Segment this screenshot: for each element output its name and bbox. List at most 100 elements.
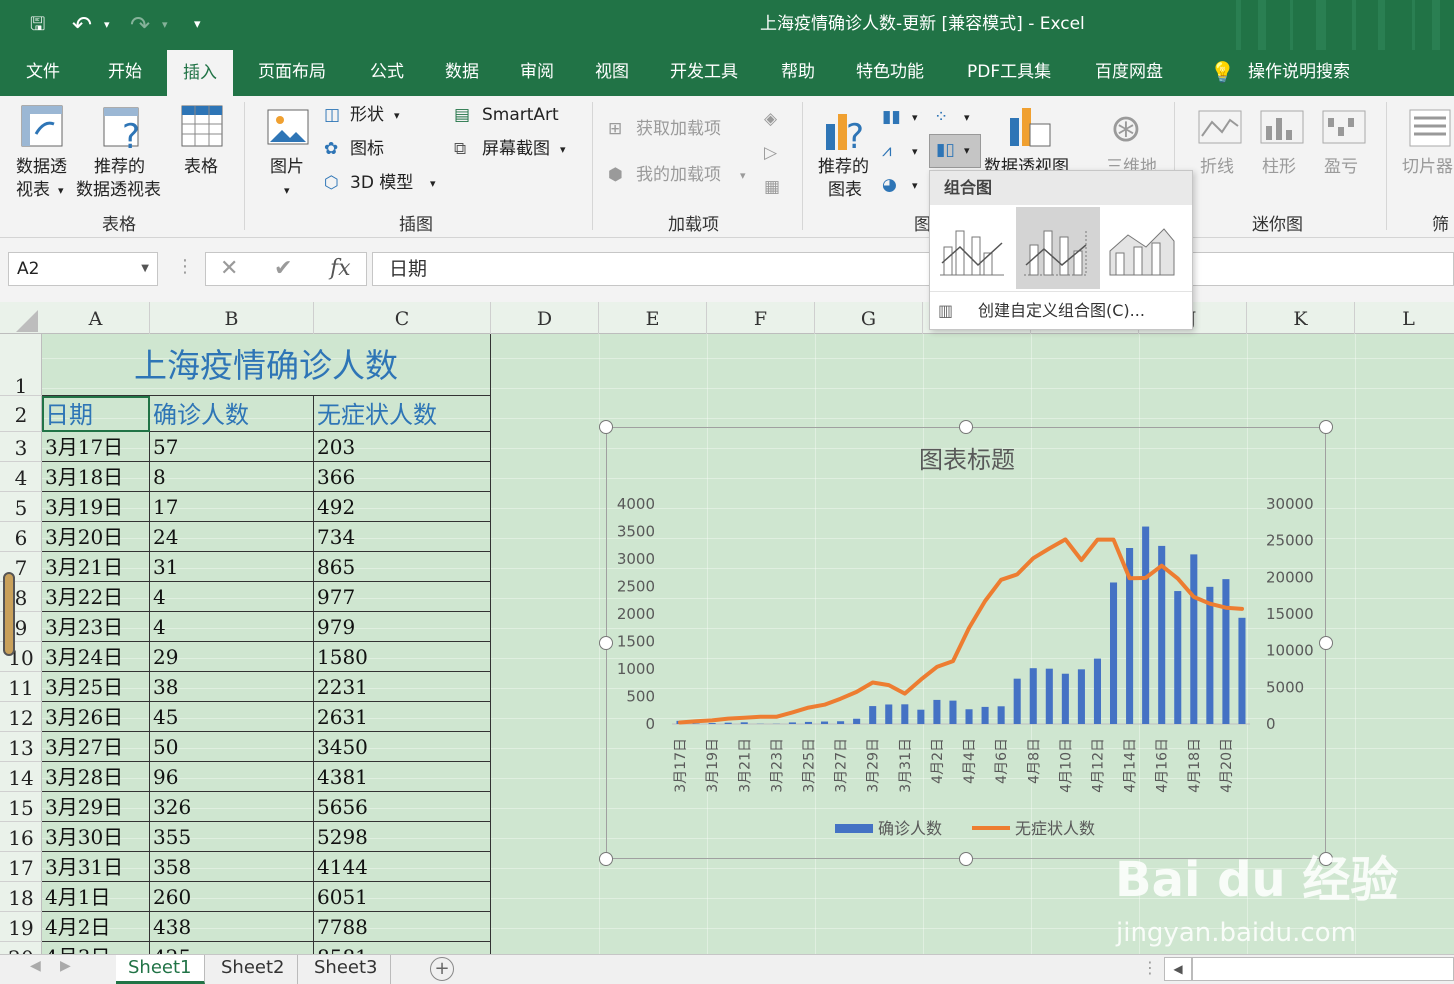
shapes-button[interactable]: 形状 <box>350 104 384 126</box>
scroll-right-icon[interactable]: ▶ <box>60 958 71 974</box>
table-cell[interactable]: 4月2日 <box>42 912 150 942</box>
bing-maps-icon[interactable]: ▷ <box>764 142 777 164</box>
redo-icon[interactable]: ↷ <box>130 10 150 40</box>
sparkline-column-button[interactable]: 柱形 <box>1262 156 1296 178</box>
people-graph-icon[interactable]: ▦ <box>764 176 780 198</box>
tab-pdf-tools[interactable]: PDF工具集 <box>967 50 1051 96</box>
table-cell[interactable]: 3月26日 <box>42 702 150 732</box>
table-cell[interactable]: 3月19日 <box>42 492 150 522</box>
scroll-grip-icon[interactable] <box>3 572 15 656</box>
tab-baidu-netdisk[interactable]: 百度网盘 <box>1095 50 1163 96</box>
tab-help[interactable]: 帮助 <box>781 50 815 96</box>
cancel-icon[interactable]: ✕ <box>220 256 238 281</box>
line-chart-icon[interactable]: ⩘ <box>882 140 892 162</box>
table-cell[interactable]: 1580 <box>314 642 491 672</box>
table-cell[interactable]: 6051 <box>314 882 491 912</box>
3d-models-button[interactable]: 3D 模型 <box>350 172 413 194</box>
chevron-down-icon[interactable]: ▼ <box>141 253 149 285</box>
resize-handle[interactable] <box>599 420 613 434</box>
undo-icon[interactable]: ↶ <box>72 10 92 40</box>
table-title[interactable]: 上海疫情确诊人数 <box>42 334 491 396</box>
column-header[interactable]: G <box>815 302 923 334</box>
sparkline-line-button[interactable]: 折线 <box>1200 156 1234 178</box>
sheet-tab-3[interactable]: Sheet3 <box>302 955 391 984</box>
table-cell[interactable]: 2231 <box>314 672 491 702</box>
row-header[interactable]: 6 <box>0 522 42 552</box>
resize-handle[interactable] <box>1319 420 1333 434</box>
table-cell[interactable]: 979 <box>314 612 491 642</box>
stacked-area-column-option[interactable] <box>1100 207 1184 289</box>
column-header[interactable]: F <box>707 302 815 334</box>
horizontal-scrollbar[interactable] <box>1192 957 1454 981</box>
column-header[interactable]: K <box>1247 302 1355 334</box>
table-cell[interactable]: 4 <box>150 612 314 642</box>
table-button[interactable]: 表格 <box>184 156 218 178</box>
table-cell[interactable]: 865 <box>314 552 491 582</box>
lightbulb-icon[interactable]: 💡 <box>1210 50 1235 96</box>
create-custom-combo-link[interactable]: ▥ 创建自定义组合图(C)... <box>930 291 1192 329</box>
tab-data[interactable]: 数据 <box>445 50 479 96</box>
table-cell[interactable]: 326 <box>150 792 314 822</box>
table-cell[interactable]: 3月23日 <box>42 612 150 642</box>
slicer-button[interactable]: 切片器 <box>1402 156 1453 178</box>
table-header-cell[interactable]: 无症状人数 <box>314 396 491 432</box>
tab-insert[interactable]: 插入 <box>167 50 233 96</box>
table-cell[interactable]: 4月3日 <box>42 942 150 954</box>
table-cell[interactable]: 8 <box>150 462 314 492</box>
table-cell[interactable]: 57 <box>150 432 314 462</box>
row-header[interactable]: 18 <box>0 882 42 912</box>
recommended-charts-button[interactable]: 推荐的 <box>818 156 869 178</box>
combo-chart[interactable]: 图表标题 0 500 1000 1500 2000 2500 3000 3500 4000 0 500… <box>606 427 1326 859</box>
tab-review[interactable]: 审阅 <box>520 50 554 96</box>
tab-special-features[interactable]: 特色功能 <box>856 50 924 96</box>
tab-home[interactable]: 开始 <box>108 50 142 96</box>
undo-dropdown-icon[interactable]: ▾ <box>104 10 110 40</box>
customize-quick-access-icon[interactable]: ▾ <box>194 10 201 40</box>
table-cell[interactable]: 4月1日 <box>42 882 150 912</box>
table-cell[interactable]: 8581 <box>314 942 491 954</box>
save-icon[interactable]: 🖫 <box>30 10 45 40</box>
table-cell[interactable]: 4 <box>150 582 314 612</box>
screenshot-button[interactable]: 屏幕截图 <box>482 138 550 160</box>
row-header[interactable]: 16 <box>0 822 42 852</box>
row-header[interactable]: 14 <box>0 762 42 792</box>
tab-view[interactable]: 视图 <box>595 50 629 96</box>
enter-icon[interactable]: ✔ <box>274 256 292 281</box>
table-cell[interactable]: 2631 <box>314 702 491 732</box>
table-cell[interactable]: 3月18日 <box>42 462 150 492</box>
row-header[interactable]: 13 <box>0 732 42 762</box>
recommended-pivot-button[interactable]: 推荐的 <box>94 156 145 178</box>
picture-button[interactable]: 图片 <box>270 156 304 178</box>
table-cell[interactable]: 31 <box>150 552 314 582</box>
sheet-tab-1[interactable]: Sheet1 <box>116 955 205 984</box>
select-all-icon[interactable] <box>16 310 38 332</box>
column-line-secondary-axis-option[interactable] <box>1016 207 1100 289</box>
table-cell[interactable]: 5298 <box>314 822 491 852</box>
table-cell[interactable]: 3月20日 <box>42 522 150 552</box>
row-header[interactable]: 1 <box>0 334 42 398</box>
row-header[interactable]: 4 <box>0 462 42 492</box>
table-cell[interactable]: 492 <box>314 492 491 522</box>
table-cell[interactable]: 29 <box>150 642 314 672</box>
table-cell[interactable]: 5656 <box>314 792 491 822</box>
table-cell[interactable]: 17 <box>150 492 314 522</box>
table-cell[interactable]: 3月29日 <box>42 792 150 822</box>
table-header-cell[interactable]: 确诊人数 <box>150 396 314 432</box>
table-cell[interactable]: 24 <box>150 522 314 552</box>
table-cell[interactable]: 4144 <box>314 852 491 882</box>
formula-input[interactable]: 日期 <box>372 252 1454 286</box>
table-cell[interactable]: 977 <box>314 582 491 612</box>
row-header[interactable]: 19 <box>0 912 42 942</box>
visio-icon[interactable]: ◈ <box>764 108 777 130</box>
redo-dropdown-icon[interactable]: ▾ <box>162 10 168 40</box>
scroll-left-icon[interactable]: ◀ <box>30 958 41 974</box>
table-cell[interactable]: 3月24日 <box>42 642 150 672</box>
my-addins-button[interactable]: 我的加载项 <box>636 164 721 186</box>
row-header[interactable]: 12 <box>0 702 42 732</box>
insert-function-icon[interactable]: fx <box>330 256 351 281</box>
table-cell[interactable]: 355 <box>150 822 314 852</box>
table-cell[interactable]: 358 <box>150 852 314 882</box>
tab-page-layout[interactable]: 页面布局 <box>258 50 326 96</box>
tab-developer[interactable]: 开发工具 <box>670 50 738 96</box>
sheet-tab-2[interactable]: Sheet2 <box>209 955 298 984</box>
